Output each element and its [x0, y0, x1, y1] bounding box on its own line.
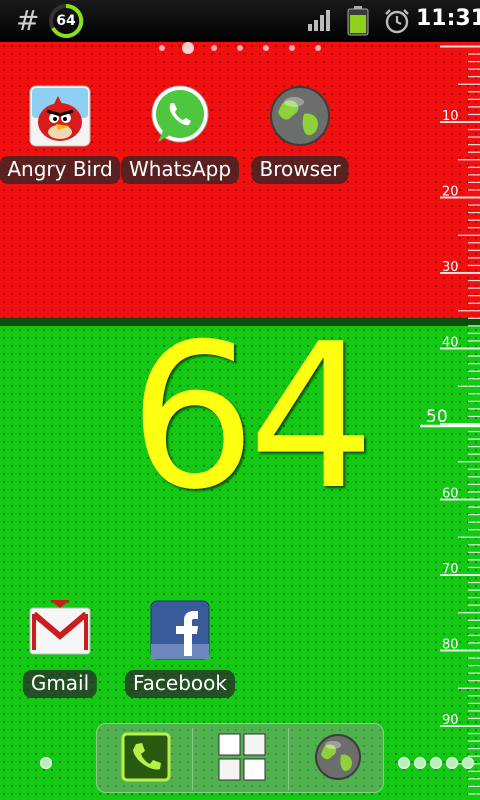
- ruler-label: 30: [442, 260, 459, 275]
- signal-icon: [308, 10, 330, 31]
- browser-globe-icon[interactable]: [313, 732, 363, 782]
- page-indicator-dot: [462, 757, 474, 769]
- app-shortcut-whatsapp[interactable]: WhatsApp: [120, 84, 240, 194]
- page-dot: [159, 45, 165, 51]
- gmail-icon: [29, 600, 91, 655]
- app-label: Gmail: [22, 670, 98, 698]
- app-label: Angry Bird: [0, 156, 121, 184]
- ruler-label: 90: [442, 713, 459, 728]
- status-bar[interactable]: # 64 11:31: [0, 0, 480, 42]
- clock-time: 11:31: [416, 6, 480, 31]
- whatsapp-icon: [151, 85, 209, 143]
- dock-separator: [288, 728, 289, 790]
- browser-globe-icon: [270, 86, 330, 146]
- dock: [96, 723, 384, 793]
- ruler-label: 20: [442, 185, 459, 200]
- app-shortcut-browser[interactable]: Browser: [244, 84, 356, 194]
- page-dot: [182, 42, 194, 54]
- big-value-readout: 64: [128, 301, 376, 534]
- page-dot: [289, 45, 295, 51]
- battery-ring-widget-icon: 64: [48, 3, 84, 39]
- phone-icon[interactable]: [121, 732, 171, 782]
- page-indicator-dot: [430, 757, 442, 769]
- app-drawer-icon[interactable]: [217, 732, 267, 782]
- facebook-icon: [150, 600, 210, 660]
- page-indicator-dot: [414, 757, 426, 769]
- left-page-indicator-dot[interactable]: [40, 757, 52, 769]
- page-dot: [211, 45, 217, 51]
- ruler-label: 70: [442, 562, 459, 577]
- ruler-label: 80: [442, 638, 459, 653]
- ruler-label: 40: [442, 336, 459, 351]
- ruler-label: 60: [442, 487, 459, 502]
- dock-separator: [192, 728, 193, 790]
- page-dot: [237, 45, 243, 51]
- page-dot: [263, 45, 269, 51]
- page-indicator-dot: [398, 757, 410, 769]
- app-label: Facebook: [125, 670, 235, 698]
- hash-icon: #: [16, 4, 40, 37]
- app-label: Browser: [251, 156, 349, 184]
- alarm-icon: [385, 9, 409, 34]
- app-shortcut-facebook[interactable]: Facebook: [124, 598, 236, 708]
- angry-bird-icon: [29, 85, 91, 147]
- page-indicator-dot: [446, 757, 458, 769]
- app-shortcut-angry-bird[interactable]: Angry Bird: [0, 84, 121, 194]
- level-ruler: 10 20 30 40 50 60 70 80 90: [420, 45, 480, 795]
- app-shortcut-gmail[interactable]: Gmail: [4, 598, 116, 708]
- page-dot: [315, 45, 321, 51]
- app-label: WhatsApp: [120, 156, 240, 184]
- ruler-label: 50: [426, 407, 448, 427]
- ring-value: 64: [56, 13, 76, 29]
- battery-icon: [347, 6, 369, 36]
- ruler-label: 10: [442, 109, 459, 124]
